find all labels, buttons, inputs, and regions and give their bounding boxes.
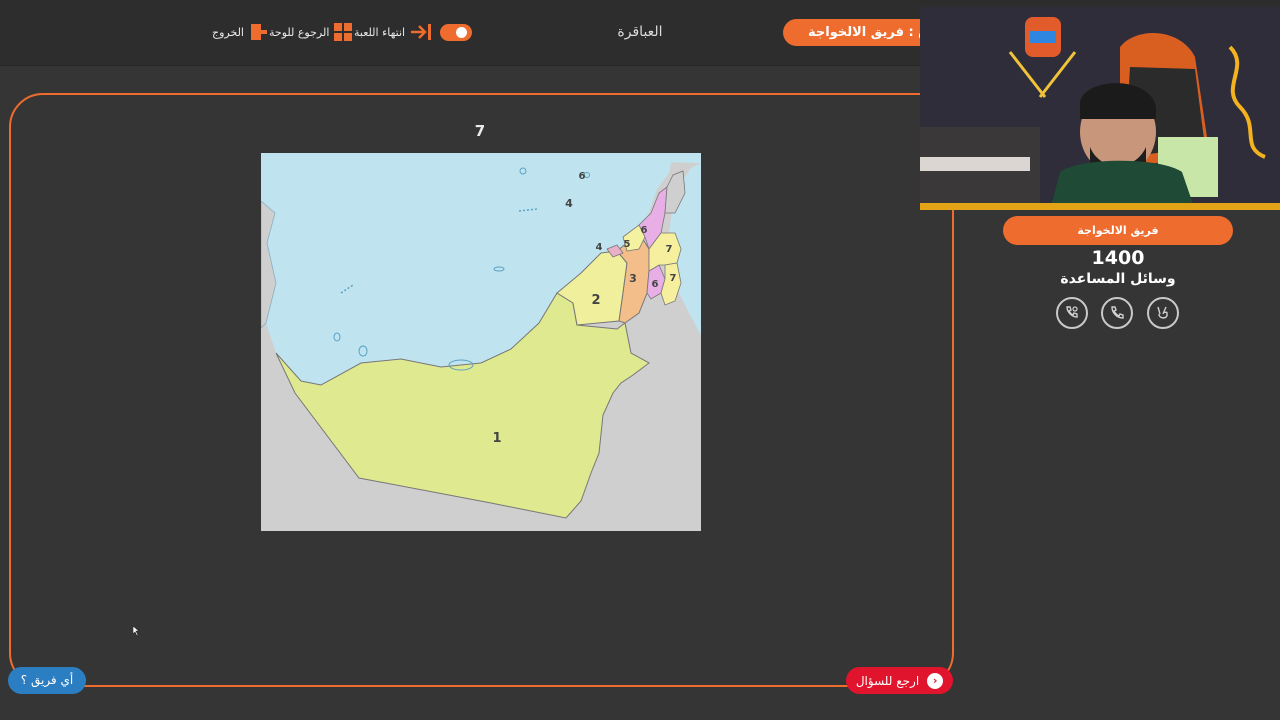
map-label: 6 <box>652 279 659 290</box>
turn-team-pill: ق : فريق الالخواجة <box>783 19 943 46</box>
exit-door-icon <box>251 24 267 40</box>
back-to-question-label: ارجع للسؤال <box>855 673 920 688</box>
map-label: 7 <box>666 244 673 255</box>
category-title: العباقرة <box>617 24 663 40</box>
end-game-button[interactable]: انتهاء اللعبة <box>354 22 432 42</box>
map-label: 1 <box>492 431 501 446</box>
webcam-overlay <box>920 7 1280 210</box>
map-label: 3 <box>629 272 637 285</box>
map-label: 4 <box>565 197 573 210</box>
map-label: 6 <box>579 171 586 182</box>
toggle-knob <box>456 27 467 38</box>
helper-aids-title: وسائل المساعدة <box>1060 271 1176 287</box>
which-team-button[interactable]: أي فريق ؟ <box>8 667 86 694</box>
two-phones-aid-button[interactable] <box>1056 297 1088 329</box>
map-label: 6 <box>641 225 648 236</box>
chevron-left-icon: ‹ <box>927 672 944 689</box>
victory-hand-icon <box>1157 306 1168 319</box>
phone-aid-button[interactable] <box>1101 297 1133 329</box>
back-to-question-button[interactable]: ‹ ارجع للسؤال <box>846 667 953 694</box>
exit-label: الخروج <box>212 25 244 39</box>
map-label: 2 <box>591 293 600 308</box>
mouse-cursor-icon <box>133 626 140 636</box>
question-number: 7 <box>474 122 486 140</box>
arrow-into-bar-icon <box>411 24 432 40</box>
back-to-board-button[interactable]: الرجوع للوحة <box>269 22 353 42</box>
exit-button[interactable]: الخروج <box>212 22 269 42</box>
team-score: 1400 <box>1091 247 1145 269</box>
map-label: 5 <box>624 239 631 250</box>
map-label: 4 <box>596 242 603 253</box>
grid-icon <box>334 23 353 41</box>
back-to-board-label: الرجوع للوحة <box>269 25 330 39</box>
end-game-label: انتهاء اللعبة <box>354 25 406 39</box>
team-name-card: فريق الالخواجة <box>1003 216 1233 245</box>
two-phones-icon <box>1066 306 1078 318</box>
phone-icon <box>1111 306 1124 319</box>
victory-hand-aid-button[interactable] <box>1147 297 1179 329</box>
map-label: 7 <box>670 273 677 284</box>
uae-emirates-map: 1 2 3 4 4 5 6 6 6 7 7 <box>261 153 701 531</box>
question-image: 1 2 3 4 4 5 6 6 6 7 7 <box>261 153 701 531</box>
game-toggle[interactable] <box>440 24 472 41</box>
streamer-webcam-image <box>920 7 1280 210</box>
